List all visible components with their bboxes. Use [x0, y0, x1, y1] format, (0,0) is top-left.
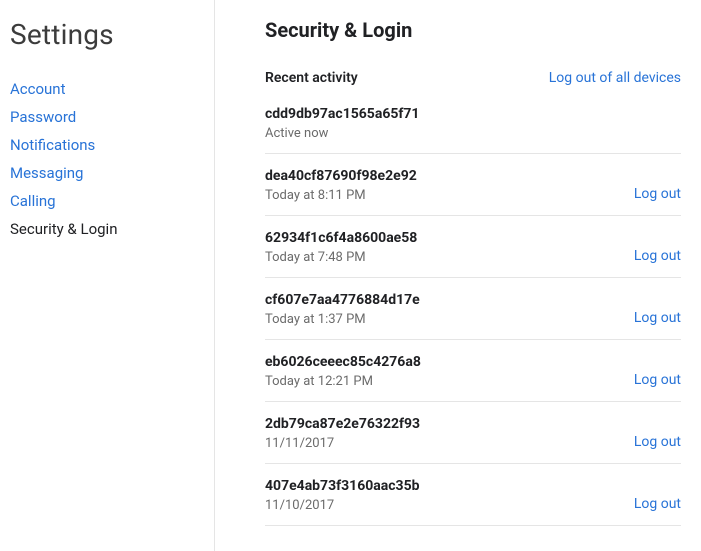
session-logout-link[interactable]: Log out: [634, 248, 681, 265]
session-logout-link[interactable]: Log out: [634, 434, 681, 451]
session-id: 2db79ca87e2e76322f93: [265, 416, 420, 432]
session-time: 11/11/2017: [265, 436, 420, 451]
sidebar-item-account[interactable]: Account: [10, 75, 204, 103]
session-id: 407e4ab73f3160aac35b: [265, 478, 419, 494]
session-row: 407e4ab73f3160aac35b 11/10/2017 Log out: [265, 464, 681, 526]
sidebar-nav: AccountPasswordNotificationsMessagingCal…: [10, 75, 204, 243]
sidebar-item-password[interactable]: Password: [10, 103, 204, 131]
session-row: 62934f1c6f4a8600ae58 Today at 7:48 PM Log …: [265, 216, 681, 278]
session-id: dea40cf87690f98e2e92: [265, 168, 417, 184]
session-row: 2db79ca87e2e76322f93 11/11/2017 Log out: [265, 402, 681, 464]
session-time: Active now: [265, 126, 419, 141]
sidebar-item-calling[interactable]: Calling: [10, 187, 204, 215]
sidebar-title: Settings: [10, 18, 204, 51]
session-time: Today at 1:37 PM: [265, 312, 420, 327]
session-info: 2db79ca87e2e76322f93 11/11/2017: [265, 416, 420, 451]
session-row: cf607e7aa4776884d17e Today at 1:37 PM Log …: [265, 278, 681, 340]
session-id: cdd9db97ac1565a65f71: [265, 106, 419, 122]
page-title: Security & Login: [265, 18, 681, 42]
session-list: cdd9db97ac1565a65f71 Active now dea40cf876…: [265, 102, 681, 526]
session-logout-link[interactable]: Log out: [634, 496, 681, 513]
session-row: dea40cf87690f98e2e92 Today at 8:11 PM Log …: [265, 154, 681, 216]
session-time: Today at 12:21 PM: [265, 374, 421, 389]
main-content: Security & Login Recent activity Log out…: [215, 0, 701, 551]
sidebar-item-security-login: Security & Login: [10, 215, 204, 243]
sidebar-item-notifications[interactable]: Notifications: [10, 131, 204, 159]
session-info: 62934f1c6f4a8600ae58 Today at 7:48 PM: [265, 230, 417, 265]
session-info: eb6026ceeec85c4276a8 Today at 12:21 PM: [265, 354, 421, 389]
settings-sidebar: Settings AccountPasswordNotificationsMes…: [0, 0, 215, 551]
activity-header: Recent activity Log out of all devices: [265, 70, 681, 86]
session-row: eb6026ceeec85c4276a8 Today at 12:21 PM Log…: [265, 340, 681, 402]
session-info: cdd9db97ac1565a65f71 Active now: [265, 106, 419, 141]
session-info: 407e4ab73f3160aac35b 11/10/2017: [265, 478, 419, 513]
session-time: Today at 8:11 PM: [265, 188, 417, 203]
session-id: cf607e7aa4776884d17e: [265, 292, 420, 308]
session-logout-link[interactable]: Log out: [634, 310, 681, 327]
session-logout-link[interactable]: Log out: [634, 186, 681, 203]
recent-activity-label: Recent activity: [265, 70, 358, 86]
session-logout-link[interactable]: Log out: [634, 372, 681, 389]
session-time: Today at 7:48 PM: [265, 250, 417, 265]
sidebar-item-messaging[interactable]: Messaging: [10, 159, 204, 187]
session-info: dea40cf87690f98e2e92 Today at 8:11 PM: [265, 168, 417, 203]
session-id: 62934f1c6f4a8600ae58: [265, 230, 417, 246]
session-id: eb6026ceeec85c4276a8: [265, 354, 421, 370]
logout-all-devices-link[interactable]: Log out of all devices: [549, 70, 681, 86]
session-info: cf607e7aa4776884d17e Today at 1:37 PM: [265, 292, 420, 327]
session-row: cdd9db97ac1565a65f71 Active now: [265, 102, 681, 154]
session-time: 11/10/2017: [265, 498, 419, 513]
